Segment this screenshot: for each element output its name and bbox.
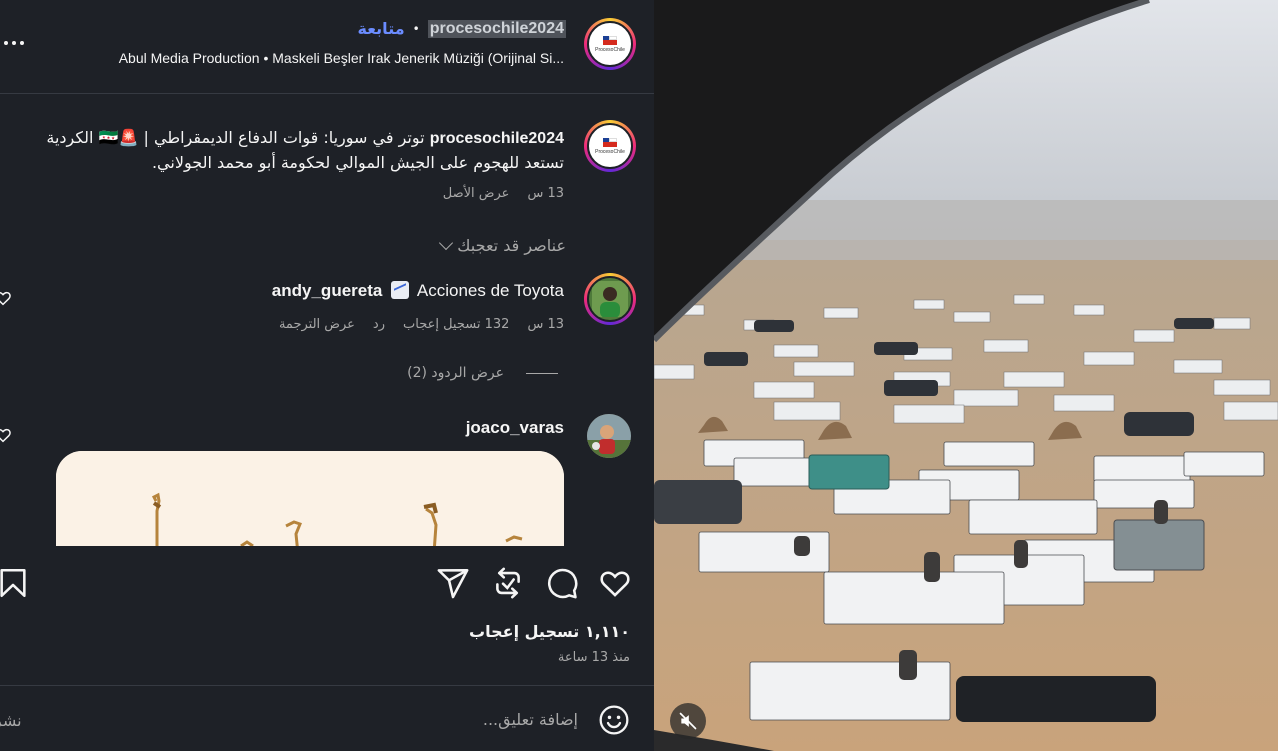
post-header: متابعة • procesochile2024 Abul Media Pro… — [0, 0, 654, 94]
comment-text-row: andy_guereta Acciones de Toyota — [272, 281, 564, 301]
header-user-line: متابعة • procesochile2024 — [357, 19, 566, 38]
action-bar: ١,١١٠ تسجيل إعجاب منذ 13 ساعة — [0, 546, 654, 686]
separator-dot: • — [412, 21, 420, 36]
chile-flag-icon — [603, 35, 617, 45]
like-heart-icon[interactable] — [598, 566, 632, 600]
person-avatar-image — [587, 414, 631, 458]
comment-avatar[interactable] — [587, 414, 631, 458]
repost-icon[interactable] — [491, 566, 525, 600]
comment-likes[interactable]: 132 تسجيل إعجاب — [403, 317, 509, 332]
mute-icon — [679, 712, 697, 730]
comment-text: Acciones de Toyota — [416, 281, 564, 300]
translate-button[interactable]: عرض الترجمة — [279, 317, 355, 332]
comment-icon[interactable] — [545, 566, 579, 600]
more-icon[interactable] — [4, 36, 28, 50]
comment-meta: 13 س 132 تسجيل إعجاب رد عرض الترجمة — [279, 317, 564, 332]
caption-avatar[interactable]: ProcesoChile — [584, 120, 636, 172]
suggested-toggle[interactable]: عناصر قد تعجبك — [439, 235, 566, 255]
view-replies-label: عرض الردود (2) — [407, 365, 504, 381]
avatar-logo-text: ProcesoChile — [595, 148, 625, 155]
replies-line — [526, 372, 558, 374]
comment-avatar[interactable] — [584, 273, 636, 325]
comment-time[interactable]: 13 س — [527, 317, 564, 332]
follow-button[interactable]: متابعة — [357, 19, 404, 38]
post-button[interactable]: نشر — [0, 711, 22, 730]
chile-flag-icon — [603, 137, 617, 147]
mute-button[interactable] — [670, 703, 706, 739]
comment-bar: نشر — [0, 687, 654, 751]
chevron-down-icon — [439, 235, 454, 250]
view-replies-button[interactable]: عرض الردود (2) — [407, 365, 558, 381]
caption: procesochile2024 توتر في سوريا: قوات الد… — [24, 126, 564, 175]
post-panel: متابعة • procesochile2024 Abul Media Pro… — [0, 0, 654, 751]
comment-username[interactable]: joaco_varas — [466, 418, 564, 438]
caption-meta: 13 س عرض الأصل — [443, 186, 564, 201]
suggested-label: عناصر قد تعجبك — [457, 236, 566, 255]
post-time[interactable]: منذ 13 ساعة — [558, 650, 630, 665]
see-original-button[interactable]: عرض الأصل — [443, 186, 510, 201]
audio-attribution[interactable]: Abul Media Production • Maskeli Beşler I… — [119, 50, 564, 66]
reply-button[interactable]: رد — [373, 317, 385, 332]
person-avatar-image — [592, 281, 628, 317]
video-frame — [654, 0, 1278, 751]
chart-increasing-icon — [391, 281, 410, 299]
caption-username[interactable]: procesochile2024 — [430, 130, 564, 147]
avatar-logo-text: ProcesoChile — [595, 46, 625, 53]
share-icon[interactable] — [436, 566, 470, 600]
caption-time[interactable]: 13 س — [527, 186, 564, 201]
comment-gif-image[interactable] — [56, 451, 564, 551]
gif-illustration — [56, 451, 564, 551]
likes-count[interactable]: ١,١١٠ تسجيل إعجاب — [469, 622, 630, 641]
comment-input[interactable] — [38, 699, 578, 739]
comment-username[interactable]: andy_guereta — [272, 281, 383, 300]
bookmark-icon[interactable] — [0, 566, 30, 600]
header-username[interactable]: procesochile2024 — [427, 19, 566, 38]
emoji-icon[interactable] — [598, 704, 630, 736]
heart-icon[interactable] — [0, 289, 12, 307]
heart-icon[interactable] — [0, 426, 12, 444]
header-avatar[interactable]: ProcesoChile — [584, 18, 636, 70]
video-player[interactable] — [654, 0, 1278, 751]
